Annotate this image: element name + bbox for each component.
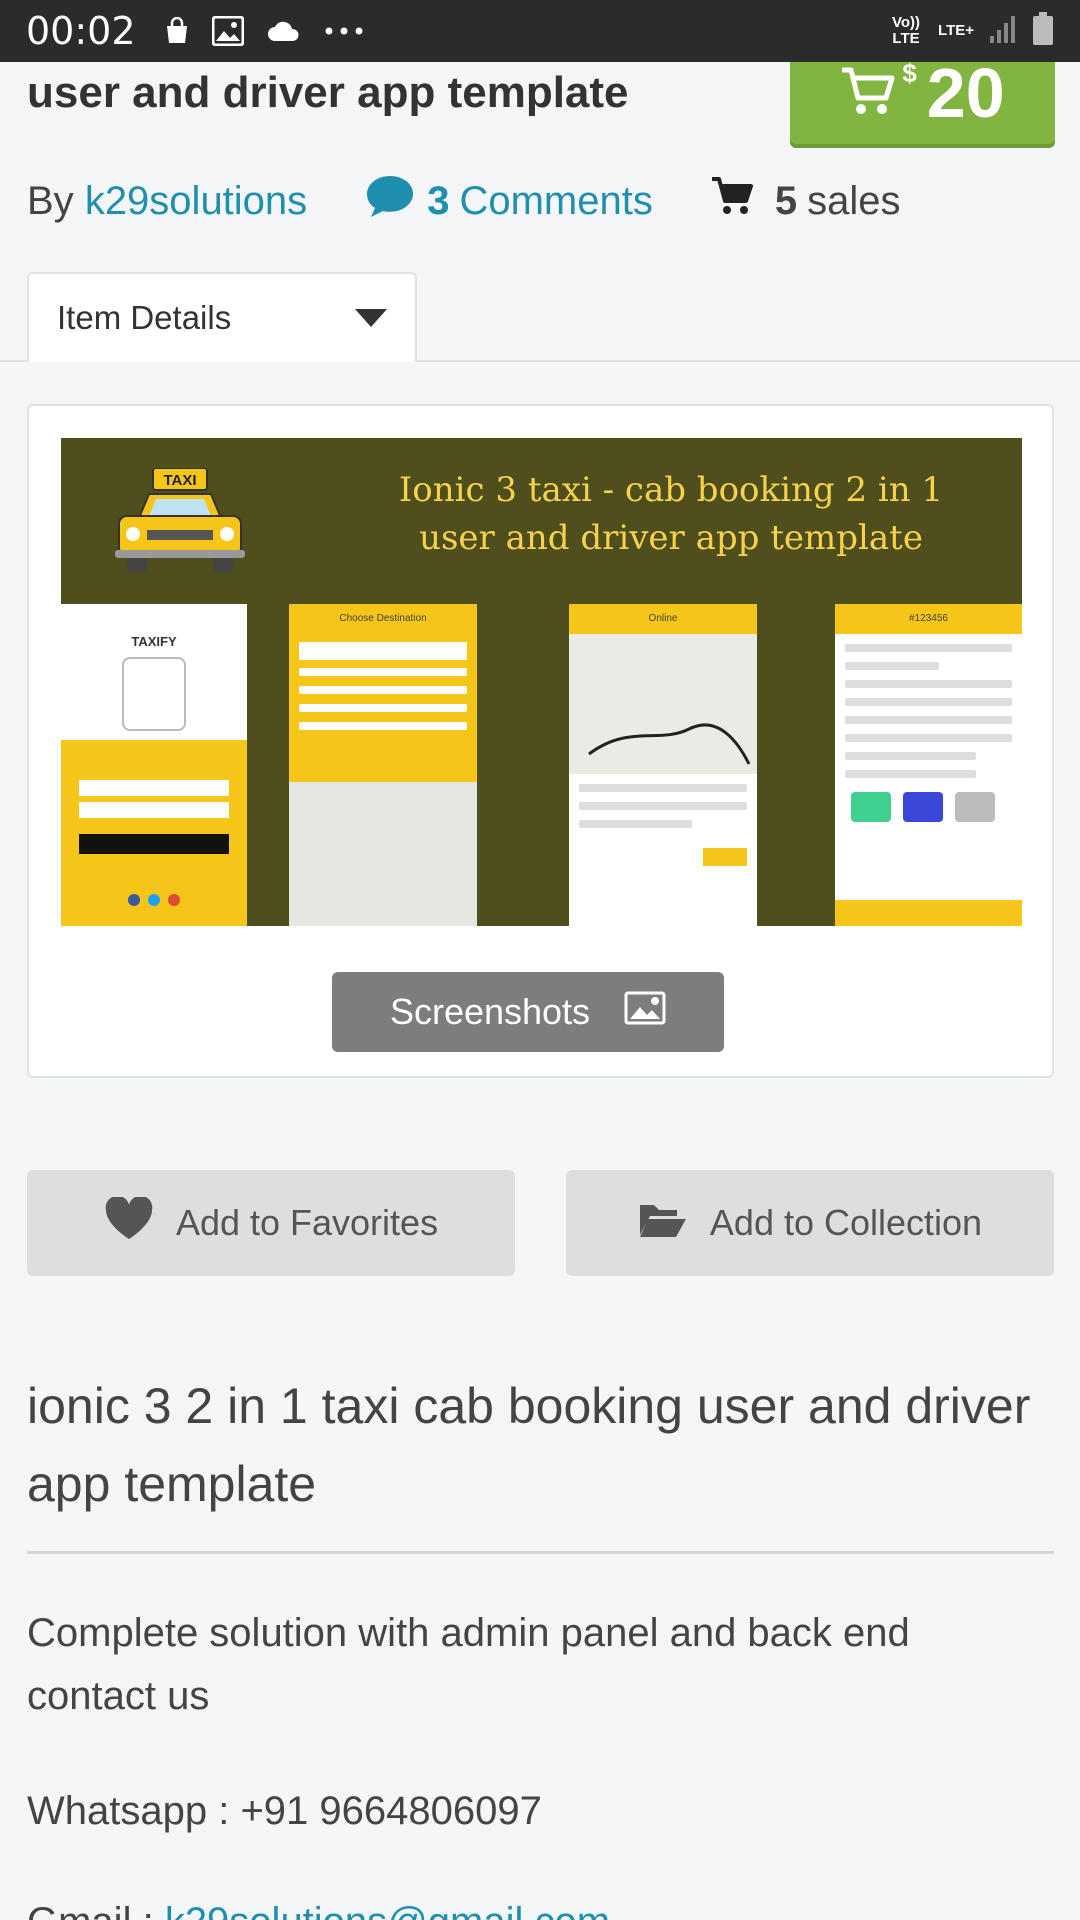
heading-divider [27, 1551, 1054, 1554]
email-link[interactable]: k29solutions@gmail.com [165, 1900, 610, 1920]
bag-icon [164, 17, 190, 45]
comments-count: 3 [427, 178, 450, 223]
sales-count: 5 [774, 178, 798, 223]
lte-label: LTE+ [938, 22, 974, 39]
preview-screen-login: TAXIFY [61, 604, 247, 926]
price-value: 20 [926, 62, 1005, 132]
cart-icon [840, 66, 896, 121]
preview-screen-trip: #123456 [835, 604, 1022, 926]
email-label: Gmail : [27, 1900, 154, 1920]
item-title: user and driver app template [27, 68, 629, 117]
sales-label: sales [807, 178, 901, 223]
screenshots-button[interactable]: Screenshots [332, 972, 724, 1052]
item-meta: By k29solutions 3 Comments 5 sales [27, 174, 900, 228]
chevron-down-icon [355, 309, 387, 327]
description-text: Complete solution with admin panel and b… [27, 1611, 910, 1718]
email-contact: Gmail : k29solutions@gmail.com [27, 1900, 610, 1920]
heart-icon [104, 1195, 176, 1250]
preview-screen-title-1: Choose Destination [289, 604, 477, 634]
preview-card: TAXI Ionic 3 taxi - cab booking 2 in 1 u… [27, 404, 1054, 1078]
sales-cart-icon [711, 176, 753, 226]
buy-button[interactable]: $ 20 [790, 62, 1055, 144]
sales-info: 5 sales [711, 176, 901, 226]
folder-open-icon [638, 1199, 710, 1248]
collection-label: Add to Collection [709, 1202, 983, 1243]
price-currency: $ [902, 62, 917, 88]
preview-image[interactable]: TAXI Ionic 3 taxi - cab booking 2 in 1 u… [61, 438, 1022, 926]
author-link[interactable]: k29solutions [85, 179, 307, 224]
taxi-car-icon: TAXI [113, 467, 247, 579]
tab-label: Item Details [57, 299, 232, 336]
more-dots-icon [324, 26, 364, 36]
comments-link[interactable]: 3 Comments [365, 174, 653, 228]
add-to-favorites-button[interactable]: Add to Favorites [27, 1170, 515, 1276]
status-bar: 00:02 Vo)) LTE LTE+ [0, 0, 1080, 62]
preview-screen-title-2: Online [569, 604, 757, 634]
comment-bubble-icon [365, 174, 415, 228]
tab-item-details[interactable]: Item Details [27, 272, 417, 362]
preview-screen-online: Online [569, 604, 757, 926]
by-label: By [27, 178, 74, 223]
volte-label: Vo)) LTE [891, 14, 921, 47]
clock: 00:02 [26, 9, 136, 53]
image-icon [624, 991, 666, 1034]
comments-label: Comments [459, 178, 653, 223]
favorites-label: Add to Favorites [175, 1202, 439, 1243]
preview-banner-line1: Ionic 3 taxi - cab booking 2 in 1 [398, 470, 944, 510]
screenshots-label: Screenshots [389, 991, 591, 1032]
item-page: user and driver app template $ 20 By k29… [0, 62, 1080, 1920]
add-to-collection-button[interactable]: Add to Collection [566, 1170, 1054, 1276]
signal-icon [988, 14, 1018, 49]
preview-screen-destination: Choose Destination [289, 604, 477, 926]
preview-banner-title: Ionic 3 taxi - cab booking 2 in 1 user a… [361, 466, 981, 562]
description-heading: ionic 3 2 in 1 taxi cab booking user and… [27, 1378, 1031, 1512]
preview-app-name: TAXIFY [131, 634, 177, 649]
cloud-icon [266, 19, 302, 43]
image-icon [211, 16, 244, 46]
taxi-sign-text: TAXI [163, 472, 196, 489]
battery-icon [1032, 11, 1054, 51]
whatsapp-contact: Whatsapp : +91 9664806097 [27, 1789, 542, 1833]
preview-banner-line2: user and driver app template [419, 518, 923, 558]
preview-screen-title-3: #123456 [835, 604, 1022, 634]
